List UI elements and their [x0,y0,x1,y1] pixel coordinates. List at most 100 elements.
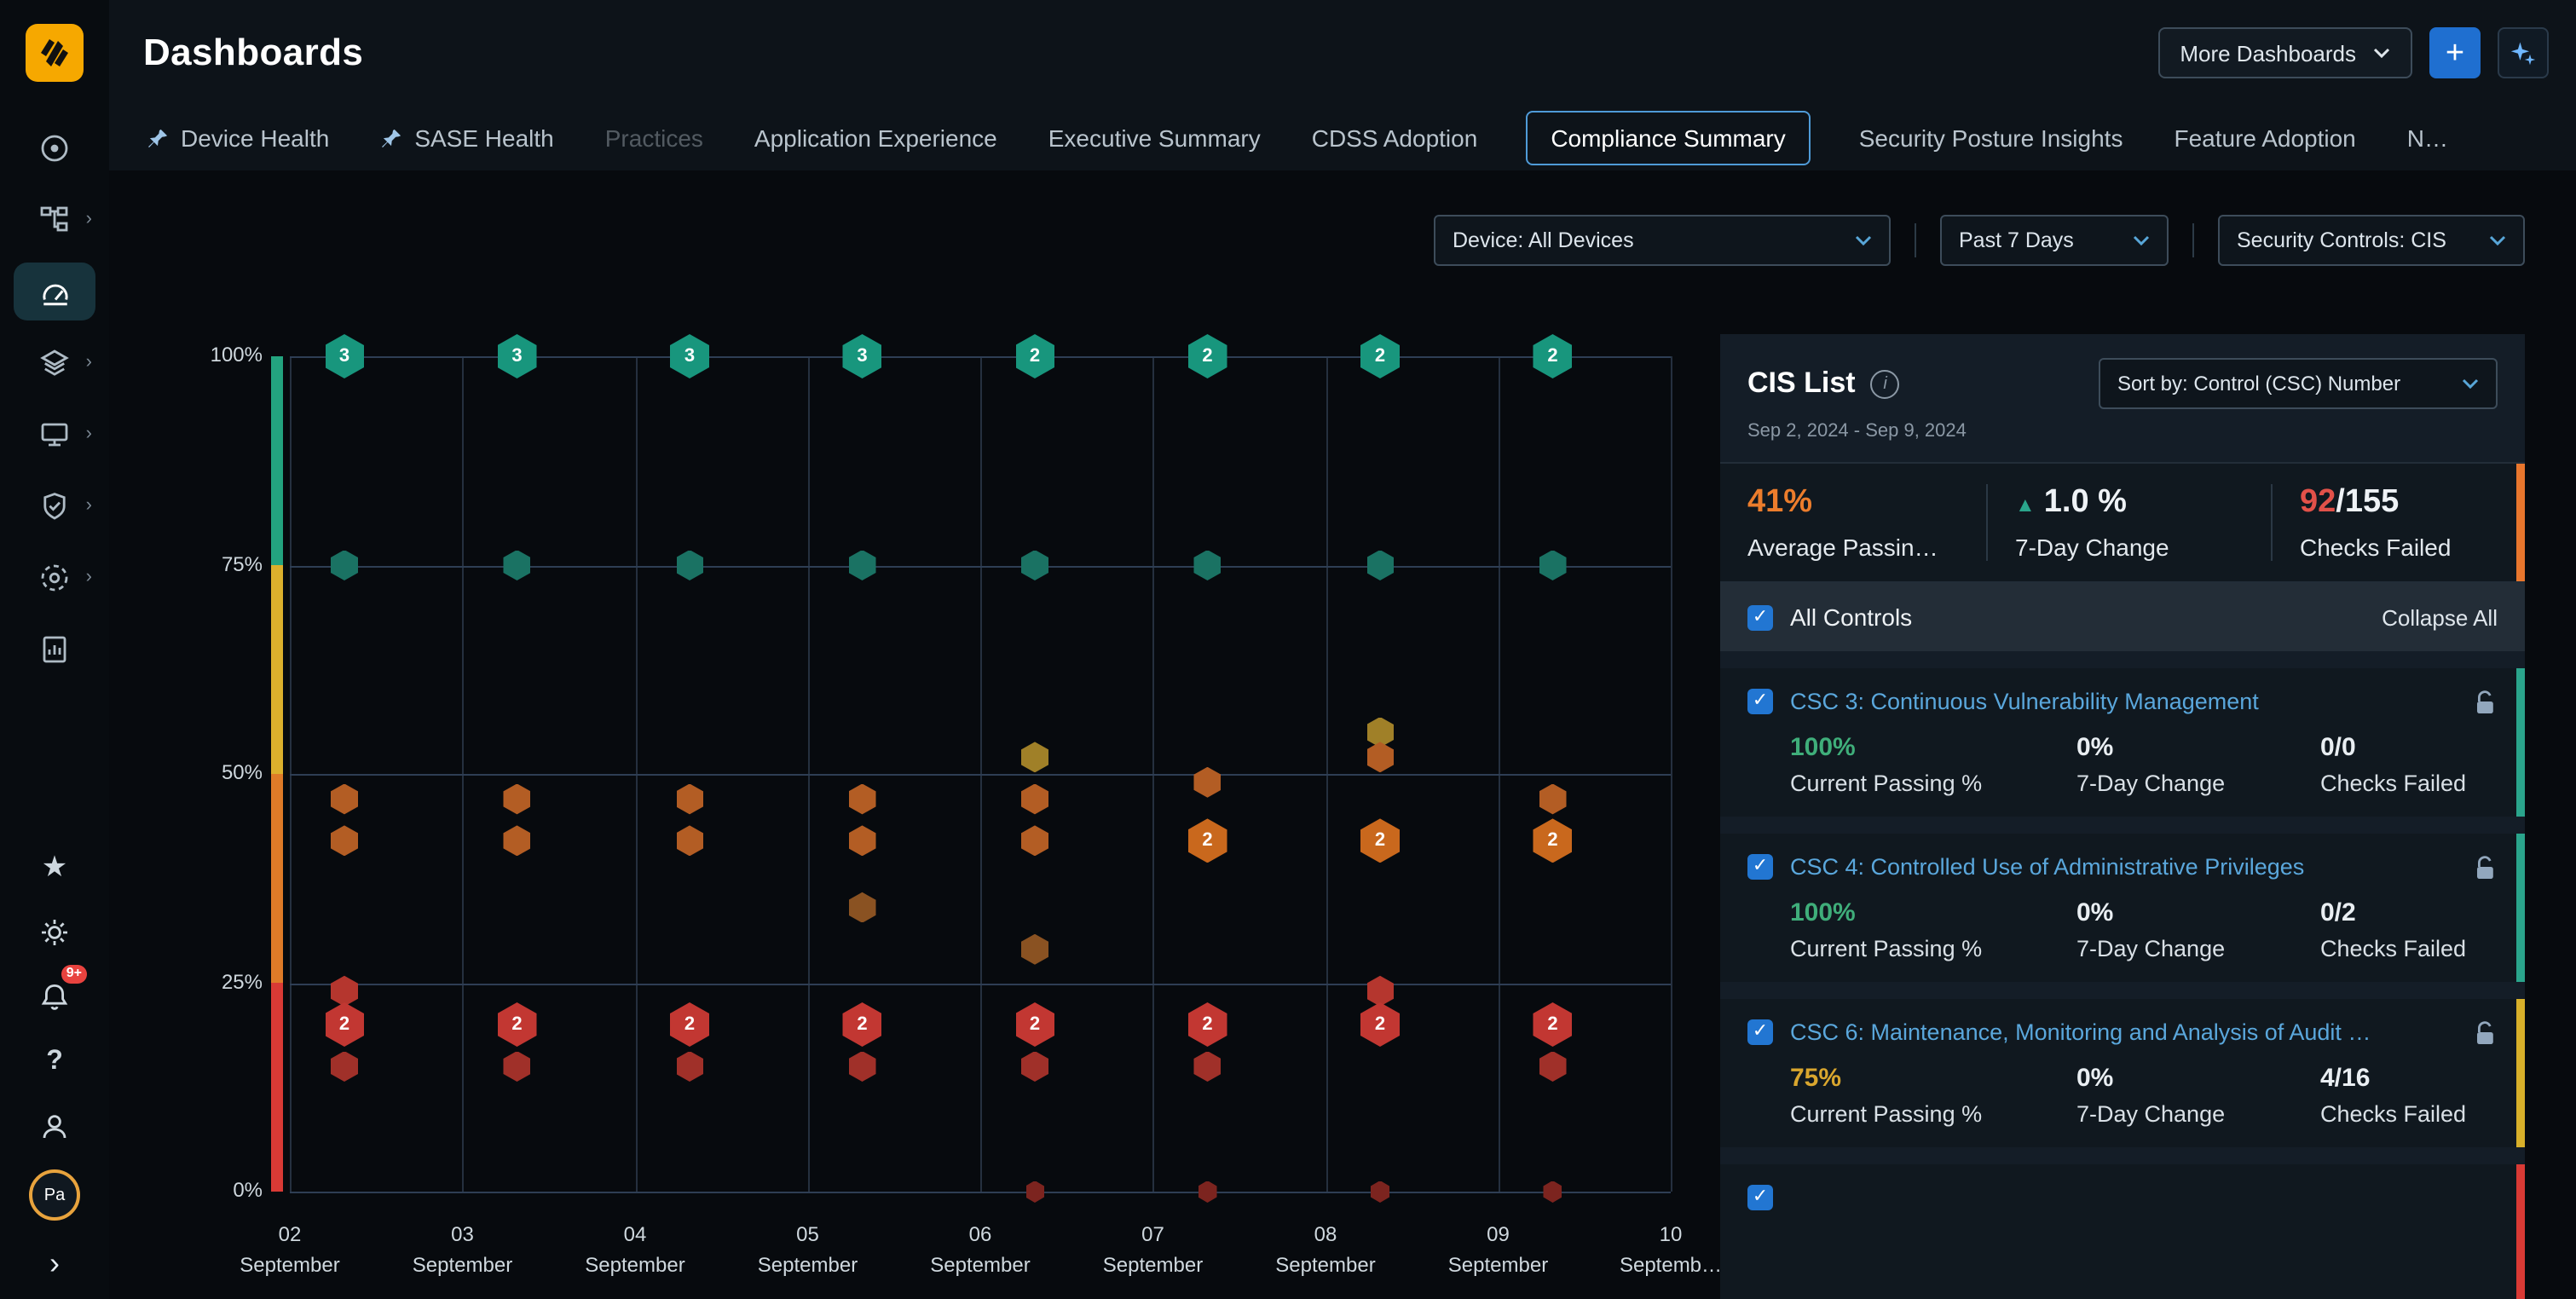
hex-marker[interactable]: 2 [1533,1002,1573,1047]
hex-marker[interactable]: 2 [1188,818,1227,863]
hex-marker[interactable]: 2 [1360,1002,1400,1047]
hex-marker[interactable]: 3 [843,334,882,378]
hex-marker[interactable] [331,1051,358,1082]
hex-marker[interactable] [676,550,703,580]
hex-marker[interactable] [1021,550,1048,580]
hex-marker[interactable] [849,825,876,856]
hex-marker[interactable]: 2 [1015,334,1054,378]
hex-marker[interactable] [1021,742,1048,772]
hex-marker[interactable] [1021,783,1048,814]
hex-marker[interactable] [331,976,358,1007]
csc-title-link[interactable]: CSC 4: Controlled Use of Administrative … [1790,854,2446,880]
hex-marker[interactable] [1021,825,1048,856]
hex-marker[interactable]: 2 [1533,334,1573,378]
hex-marker[interactable] [1194,1051,1222,1082]
account-button[interactable] [26,1105,84,1149]
tab-cdss-adoption[interactable]: CDSS Adoption [1308,113,1481,164]
csc-title-link[interactable]: CSC 3: Continuous Vulnerability Manageme… [1790,689,2446,714]
hex-marker[interactable]: 2 [1188,1002,1227,1047]
hex-marker[interactable]: 2 [1360,334,1400,378]
hex-marker[interactable] [331,783,358,814]
hex-marker[interactable] [1366,742,1394,772]
sidebar-item-reports[interactable] [14,621,95,678]
sidebar-expand-button[interactable]: › [26,1241,84,1285]
sidebar-item-services[interactable]: › [14,549,95,607]
sidebar-item-activity[interactable]: › [14,334,95,392]
hex-marker[interactable]: 3 [670,334,709,378]
collapse-all-link[interactable]: Collapse All [2382,604,2498,630]
settings-button[interactable] [26,910,84,955]
hex-marker[interactable] [331,550,358,580]
all-controls-checkbox[interactable]: ✓ [1747,604,1773,630]
hex-marker[interactable] [676,825,703,856]
csc-checkbox[interactable]: ✓ [1747,1185,1773,1210]
sidebar-item-dashboards[interactable] [14,263,95,320]
device-filter-dropdown[interactable]: Device: All Devices [1434,215,1891,266]
hex-marker[interactable] [1366,550,1394,580]
hex-marker[interactable] [1539,783,1567,814]
chevron-down-icon [1855,235,1872,245]
hex-marker[interactable] [1366,976,1394,1007]
hex-marker[interactable] [1539,550,1567,580]
hex-marker[interactable] [1198,1181,1217,1203]
hex-marker[interactable] [849,1051,876,1082]
tab-practices[interactable]: Practices [602,113,707,164]
csc-checkbox[interactable]: ✓ [1747,689,1773,714]
ai-copilot-button[interactable] [2498,27,2549,78]
favorites-button[interactable]: ★ [26,846,84,890]
hex-marker[interactable] [1194,550,1222,580]
add-dashboard-button[interactable]: + [2429,27,2481,78]
sidebar-item-overview[interactable] [14,119,95,177]
hex-marker[interactable] [849,783,876,814]
hex-marker[interactable]: 2 [1360,818,1400,863]
time-range-dropdown[interactable]: Past 7 Days [1940,215,2169,266]
sidebar-item-security[interactable]: › [14,477,95,535]
hex-marker[interactable]: 2 [1015,1002,1054,1047]
hex-marker[interactable]: 2 [1188,334,1227,378]
tab-device-health[interactable]: Device Health [143,113,332,164]
hex-marker[interactable] [504,1051,531,1082]
csc-title-link[interactable]: CSC 6: Maintenance, Monitoring and Analy… [1790,1019,2446,1045]
hex-marker[interactable] [849,550,876,580]
tab-executive-summary[interactable]: Executive Summary [1045,113,1264,164]
hex-marker[interactable] [1371,1181,1389,1203]
security-controls-dropdown[interactable]: Security Controls: CIS [2218,215,2525,266]
hex-marker[interactable]: 2 [1533,818,1573,863]
tab-application-experience[interactable]: Application Experience [751,113,1001,164]
sort-by-dropdown[interactable]: Sort by: Control (CSC) Number [2099,358,2498,409]
more-dashboards-button[interactable]: More Dashboards [2157,27,2412,78]
hex-marker[interactable]: 2 [325,1002,364,1047]
hex-marker[interactable] [504,783,531,814]
avatar[interactable]: Pa [29,1169,80,1221]
tab-feature-adoption[interactable]: Feature Adoption [2170,113,2359,164]
hex-marker[interactable]: 3 [498,334,537,378]
csc-checkbox[interactable]: ✓ [1747,854,1773,880]
hex-marker[interactable] [504,550,531,580]
hex-marker[interactable] [331,825,358,856]
hex-marker[interactable] [1025,1181,1044,1203]
tab-n-[interactable]: N… [2404,113,2452,164]
hex-marker[interactable] [1021,934,1048,965]
hex-marker[interactable]: 2 [670,1002,709,1047]
hex-marker[interactable] [1539,1051,1567,1082]
tab-security-posture-insights[interactable]: Security Posture Insights [1856,113,2127,164]
notifications-button[interactable]: 9+ [26,975,84,1019]
tab-compliance-summary[interactable]: Compliance Summary [1525,111,1811,165]
sidebar-item-workflows[interactable]: › [14,191,95,249]
help-button[interactable]: ? [26,1040,84,1084]
info-icon[interactable]: i [1871,369,1900,398]
hex-marker[interactable]: 2 [498,1002,537,1047]
sidebar-item-monitor[interactable]: › [14,406,95,464]
brand-logo-icon[interactable] [26,24,84,82]
csc-checkbox[interactable]: ✓ [1747,1019,1773,1045]
hex-marker[interactable]: 2 [843,1002,882,1047]
hex-marker[interactable] [1021,1051,1048,1082]
hex-marker[interactable] [1544,1181,1562,1203]
tab-sase-health[interactable]: SASE Health [377,113,557,164]
hex-marker[interactable] [504,825,531,856]
hex-marker[interactable] [676,1051,703,1082]
hex-marker[interactable]: 3 [325,334,364,378]
hex-marker[interactable] [1194,767,1222,798]
hex-marker[interactable] [849,892,876,923]
hex-marker[interactable] [676,783,703,814]
